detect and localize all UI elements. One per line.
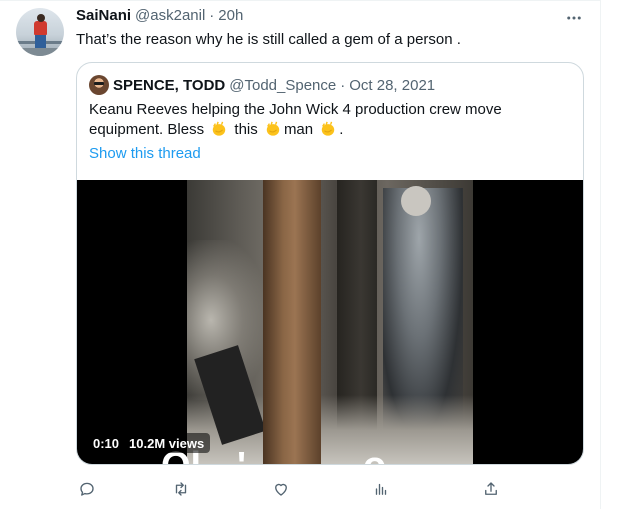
more-options-button[interactable] xyxy=(560,6,588,30)
quoted-text-part: man xyxy=(283,121,314,138)
top-divider xyxy=(0,0,600,1)
video-caption-fragment: ' xyxy=(237,447,246,464)
like-icon xyxy=(275,483,287,496)
clapping-hands-emoji-icon xyxy=(322,121,335,136)
share-icon xyxy=(485,482,497,495)
clapping-hands-emoji-icon xyxy=(266,121,280,136)
video-timestamp: 0:10 xyxy=(93,435,120,451)
video-frame xyxy=(187,180,473,464)
tweet-header: SaiNani @ask2anil · 20h xyxy=(76,7,243,27)
video-view-count: 10.2M views xyxy=(129,435,205,451)
clapping-hands-emoji-icon xyxy=(213,121,226,136)
reply-icon xyxy=(80,482,94,496)
quoted-user-handle: @Todd_Spence xyxy=(229,76,337,94)
share-button[interactable] xyxy=(482,476,500,502)
retweet-button[interactable] xyxy=(172,476,190,502)
display-name[interactable]: SaiNani xyxy=(76,7,131,24)
quoted-tweet-header: SPENCE, TODD @Todd_Spence · Oct 28, 2021 xyxy=(89,75,435,95)
separator-dot: · xyxy=(209,7,215,24)
quoted-text-part: . xyxy=(339,121,344,138)
video-caption-fragment: o xyxy=(363,447,386,464)
tweet-time[interactable]: 20h xyxy=(218,7,243,24)
views-icon xyxy=(375,483,387,495)
tweet-text: That’s the reason why he is still called… xyxy=(76,31,461,48)
like-button[interactable] xyxy=(272,476,290,502)
views-button[interactable] xyxy=(372,476,390,502)
video-info-badge: 0:10 10.2M views xyxy=(87,433,211,453)
quoted-date: Oct 28, 2021 xyxy=(349,76,436,94)
reply-button[interactable] xyxy=(78,476,96,502)
retweet-icon xyxy=(175,482,187,496)
show-thread-link[interactable]: Show this thread xyxy=(89,145,201,162)
quoted-tweet-card[interactable]: SPENCE, TODD @Todd_Spence · Oct 28, 2021… xyxy=(76,62,584,465)
video-player[interactable]: Ol ' o 0:10 10.2M views xyxy=(77,180,583,464)
tweet-page: SaiNani @ask2anil · 20h That’s the reaso… xyxy=(0,0,634,509)
quoted-tweet-text: Keanu Reeves helping the John Wick 4 pro… xyxy=(89,100,569,140)
quoted-separator-dot: · xyxy=(340,76,346,94)
quoted-text-part: this xyxy=(234,121,258,138)
column-divider xyxy=(600,0,601,509)
more-horizontal-icon xyxy=(567,16,581,20)
tweet-actions-bar xyxy=(76,476,506,502)
quoted-display-name: SPENCE, TODD xyxy=(113,76,226,94)
avatar[interactable] xyxy=(16,8,64,56)
quoted-avatar xyxy=(89,75,109,95)
user-handle[interactable]: @ask2anil xyxy=(135,7,205,24)
